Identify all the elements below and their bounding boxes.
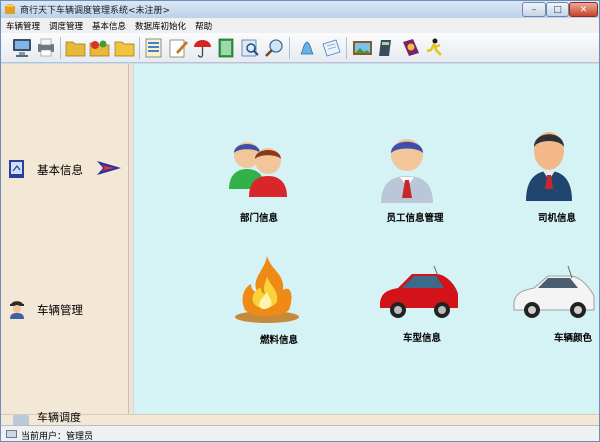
tile-department-info[interactable]: 部门信息 xyxy=(219,131,309,231)
driver-person-icon xyxy=(526,132,572,201)
close-button[interactable]: ✕ xyxy=(569,2,598,17)
employee-person-icon xyxy=(381,139,433,203)
calculator-icon[interactable] xyxy=(375,36,398,59)
folder-arrow-icon[interactable] xyxy=(88,36,111,59)
monitor-icon[interactable] xyxy=(10,36,33,59)
app-window: 商行天下车辆调度管理系统<未注册> – □ ✕ 车辆管理 调度管理 基本信息 数… xyxy=(0,0,600,442)
note-icon[interactable] xyxy=(320,36,343,59)
tile-label: 部门信息 xyxy=(239,213,278,224)
sidebar-splitter[interactable] xyxy=(128,64,133,414)
menu-dispatch-management[interactable]: 调度管理 xyxy=(49,20,83,32)
toolbar-separator xyxy=(60,37,61,59)
window-title: 商行天下车辆调度管理系统<未注册> xyxy=(20,6,171,16)
menu-basic-info[interactable]: 基本信息 xyxy=(92,20,126,32)
content-area: 部门信息 员工信息管理 司机信息 燃料信息 车型信息 车辆颜色 xyxy=(134,64,599,414)
search-icon[interactable] xyxy=(263,36,286,59)
info-book-icon xyxy=(9,160,24,178)
driver-icon xyxy=(10,301,24,319)
tile-label: 员工信息管理 xyxy=(386,213,444,224)
toolbar-separator xyxy=(346,37,347,59)
menu-vehicle-management[interactable]: 车辆管理 xyxy=(6,20,40,32)
menu-bar: 车辆管理 调度管理 基本信息 数据库初始化 帮助 xyxy=(1,18,599,33)
sidebar-item-vehicle-management[interactable]: 车辆管理 xyxy=(1,289,128,329)
running-man-icon[interactable] xyxy=(423,36,446,59)
sidebar: 基本信息 车辆管理 xyxy=(1,64,132,414)
toolbar xyxy=(1,33,599,63)
minimize-button[interactable]: – xyxy=(522,2,546,17)
folder-icon[interactable] xyxy=(64,36,87,59)
umbrella-icon[interactable] xyxy=(191,36,214,59)
folder-open-icon[interactable] xyxy=(113,36,136,59)
tile-label: 司机信息 xyxy=(537,213,576,224)
bell-icon[interactable] xyxy=(296,36,319,59)
picture-icon[interactable] xyxy=(351,36,374,59)
maximize-button[interactable]: □ xyxy=(546,2,569,17)
tile-label: 燃料信息 xyxy=(259,335,298,346)
sidebar-item-label: 车辆管理 xyxy=(37,303,83,317)
help-book-icon[interactable] xyxy=(399,36,422,59)
tile-vehicle-type-info[interactable]: 车型信息 xyxy=(374,264,464,364)
book-icon[interactable] xyxy=(215,36,238,59)
user-icon xyxy=(6,430,17,438)
zoom-icon[interactable] xyxy=(239,36,262,59)
menu-database-init[interactable]: 数据库初始化 xyxy=(135,20,186,32)
sidebar-item-label: 基本信息 xyxy=(37,163,83,177)
current-user-text: 当前用户：管理员 xyxy=(21,432,94,442)
tile-vehicle-color[interactable]: 车辆颜色 xyxy=(510,264,599,364)
menu-help[interactable]: 帮助 xyxy=(195,20,212,32)
tile-fuel-info[interactable]: 燃料信息 xyxy=(229,254,319,354)
toolbar-separator xyxy=(139,37,140,59)
fire-icon xyxy=(235,256,299,323)
dispatch-icon xyxy=(13,415,29,425)
tile-employee-info[interactable]: 员工信息管理 xyxy=(367,131,457,231)
tile-driver-info[interactable]: 司机信息 xyxy=(509,123,599,224)
app-icon xyxy=(5,4,15,14)
edit-document-icon[interactable] xyxy=(167,36,190,59)
sidebar-item-dispatch[interactable]: 车辆调度 xyxy=(37,412,81,425)
red-car-icon xyxy=(380,265,458,318)
active-arrow-icon xyxy=(97,161,121,175)
department-people-icon xyxy=(229,142,287,197)
toolbar-separator xyxy=(289,37,290,59)
tile-label: 车型信息 xyxy=(402,333,441,344)
status-bar: 当前用户：管理员 xyxy=(1,425,599,442)
title-bar[interactable]: 商行天下车辆调度管理系统<未注册> – □ ✕ xyxy=(1,1,599,18)
white-car-icon xyxy=(513,265,595,318)
printer-icon[interactable] xyxy=(34,36,57,59)
report-icon[interactable] xyxy=(143,36,166,59)
sidebar-bottom xyxy=(1,414,599,425)
tile-label: 车辆颜色 xyxy=(553,333,592,344)
